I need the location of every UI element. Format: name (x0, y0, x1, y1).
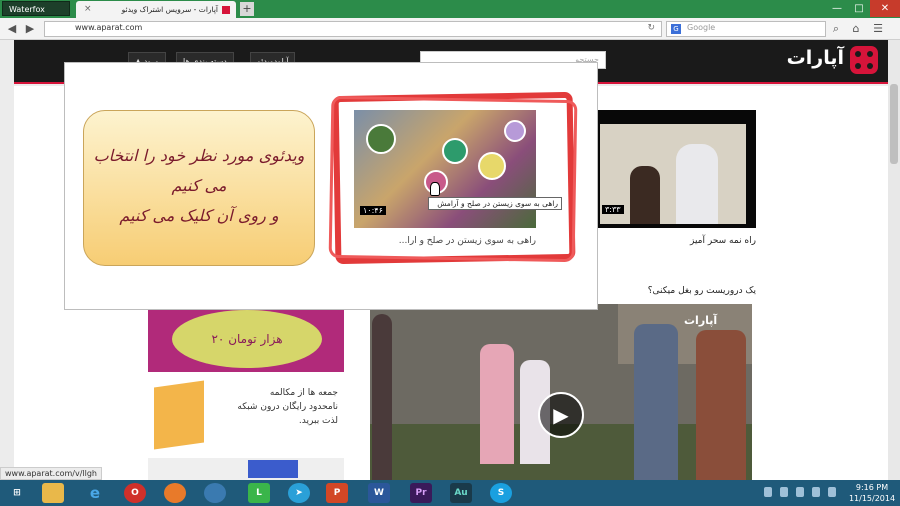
firefox-icon[interactable] (164, 483, 186, 503)
video-thumbnail-right[interactable]: ۳:۳۳ (596, 110, 756, 228)
aparat-logo[interactable]: آپارات (698, 46, 878, 76)
menu-icon[interactable]: ☰ (870, 21, 886, 37)
system-clock[interactable]: 9:16 PM 11/15/2014 (846, 482, 898, 504)
promo-card[interactable]: جمعه ها از مکالمه نامحدود رایگان درون شب… (148, 378, 344, 454)
promo-line: نامحدود رایگان درون شبکه (237, 402, 338, 412)
back-arrow-icon[interactable]: ◀ (4, 21, 20, 37)
opera-icon[interactable]: O (124, 483, 146, 503)
url-text: www.aparat.com (75, 23, 143, 32)
reload-icon[interactable]: ↻ (647, 23, 655, 33)
scrollbar[interactable] (888, 40, 900, 480)
status-bar-url: www.aparat.com/v/llgh (0, 467, 102, 480)
audition-icon[interactable]: Au (450, 483, 472, 503)
tray-icon[interactable] (764, 487, 772, 497)
windows-taskbar: ⊞ e O L ➤ P W Pr Au S 9:16 PM 11/15/2014 (0, 480, 900, 506)
promo-text: ۲۰ هزار تومان (172, 310, 322, 368)
browser-tab-bar: Waterfox آپارات - سرویس اشتراک ویدئو × +… (0, 0, 900, 18)
tray-icon[interactable] (780, 487, 788, 497)
play-icon[interactable]: ▶ (538, 392, 584, 438)
browser-navbar: ◀ ▶ www.aparat.com ↻ G Google ⌕ ⌂ ☰ (0, 18, 900, 40)
premiere-icon[interactable]: Pr (410, 483, 432, 503)
promo-banner[interactable]: ۲۰ هزار تومان (148, 306, 344, 372)
promo-calendar-image (154, 380, 204, 450)
powerpoint-icon[interactable]: P (326, 483, 348, 503)
google-icon: G (671, 24, 681, 34)
home-icon[interactable]: ⌂ (848, 21, 864, 37)
search-placeholder: Google (687, 23, 716, 32)
video-person (372, 314, 392, 480)
file-explorer-icon[interactable] (42, 483, 64, 503)
hand-cursor-icon (430, 182, 440, 196)
tray-icon[interactable] (812, 487, 820, 497)
forward-arrow-icon[interactable]: ▶ (22, 21, 38, 37)
minimize-button[interactable]: — (826, 0, 848, 17)
promo-line: جمعه ها از مکالمه (269, 388, 338, 398)
tray-icon[interactable] (796, 487, 804, 497)
tab-aparat[interactable]: آپارات - سرویس اشتراک ویدئو × (76, 1, 236, 18)
address-bar[interactable]: www.aparat.com ↻ (44, 21, 662, 37)
volume-icon[interactable] (828, 487, 836, 497)
video-person (634, 324, 678, 480)
clock-time: 9:16 PM (855, 483, 889, 492)
video-duration: ۳:۳۳ (602, 205, 624, 214)
featured-video[interactable]: آپارات ▶ (370, 304, 752, 480)
aparat-favicon-icon (222, 6, 230, 14)
tab-title: آپارات - سرویس اشتراک ویدئو (121, 5, 218, 14)
instruction-note: ویدئوی مورد نظر خود را انتخاب می کنیم و … (83, 110, 315, 266)
thumbnail-person (630, 166, 660, 224)
telegram-icon[interactable]: ➤ (288, 483, 310, 503)
close-window-button[interactable]: ✕ (870, 0, 900, 17)
internet-explorer-icon[interactable]: e (84, 483, 106, 503)
windows-icon[interactable]: ⊞ (6, 483, 28, 503)
line-icon[interactable]: L (248, 483, 270, 503)
aparat-logo-icon (850, 46, 878, 74)
note-line: و روی آن کلیک می کنیم (119, 206, 279, 225)
maximize-button[interactable]: □ (848, 0, 870, 17)
promo-laptop-image (248, 460, 298, 478)
search-box[interactable]: G Google (666, 21, 826, 37)
word-icon[interactable]: W (368, 483, 390, 503)
video-person (480, 344, 514, 464)
video-person (696, 330, 746, 480)
browser-menu-button[interactable]: Waterfox (2, 1, 70, 16)
thumbnail-person (676, 144, 718, 224)
promo-line: لذت ببرید. (298, 416, 338, 426)
chrome-icon[interactable] (204, 483, 226, 503)
tab-close-icon[interactable]: × (84, 1, 92, 18)
note-line: ویدئوی مورد نظر خود را انتخاب (93, 146, 305, 165)
video-watermark: آپارات (684, 314, 718, 327)
scrollbar-thumb[interactable] (890, 84, 898, 164)
video-title[interactable]: راه نمه سحر آمیز (596, 236, 756, 246)
skype-icon[interactable]: S (490, 483, 512, 503)
promo-card[interactable] (148, 458, 344, 480)
logo-text: آپارات (786, 47, 844, 69)
note-line: می کنیم (171, 176, 227, 195)
selected-video-title[interactable]: راهی به سوی زیستن در صلح و آرا... (350, 236, 536, 246)
new-tab-button[interactable]: + (240, 2, 254, 16)
title-tooltip: راهی به سوی زیستن در صلح و آرامش (428, 197, 562, 210)
search-icon[interactable]: ⌕ (828, 21, 844, 37)
clock-date: 11/15/2014 (848, 494, 896, 503)
